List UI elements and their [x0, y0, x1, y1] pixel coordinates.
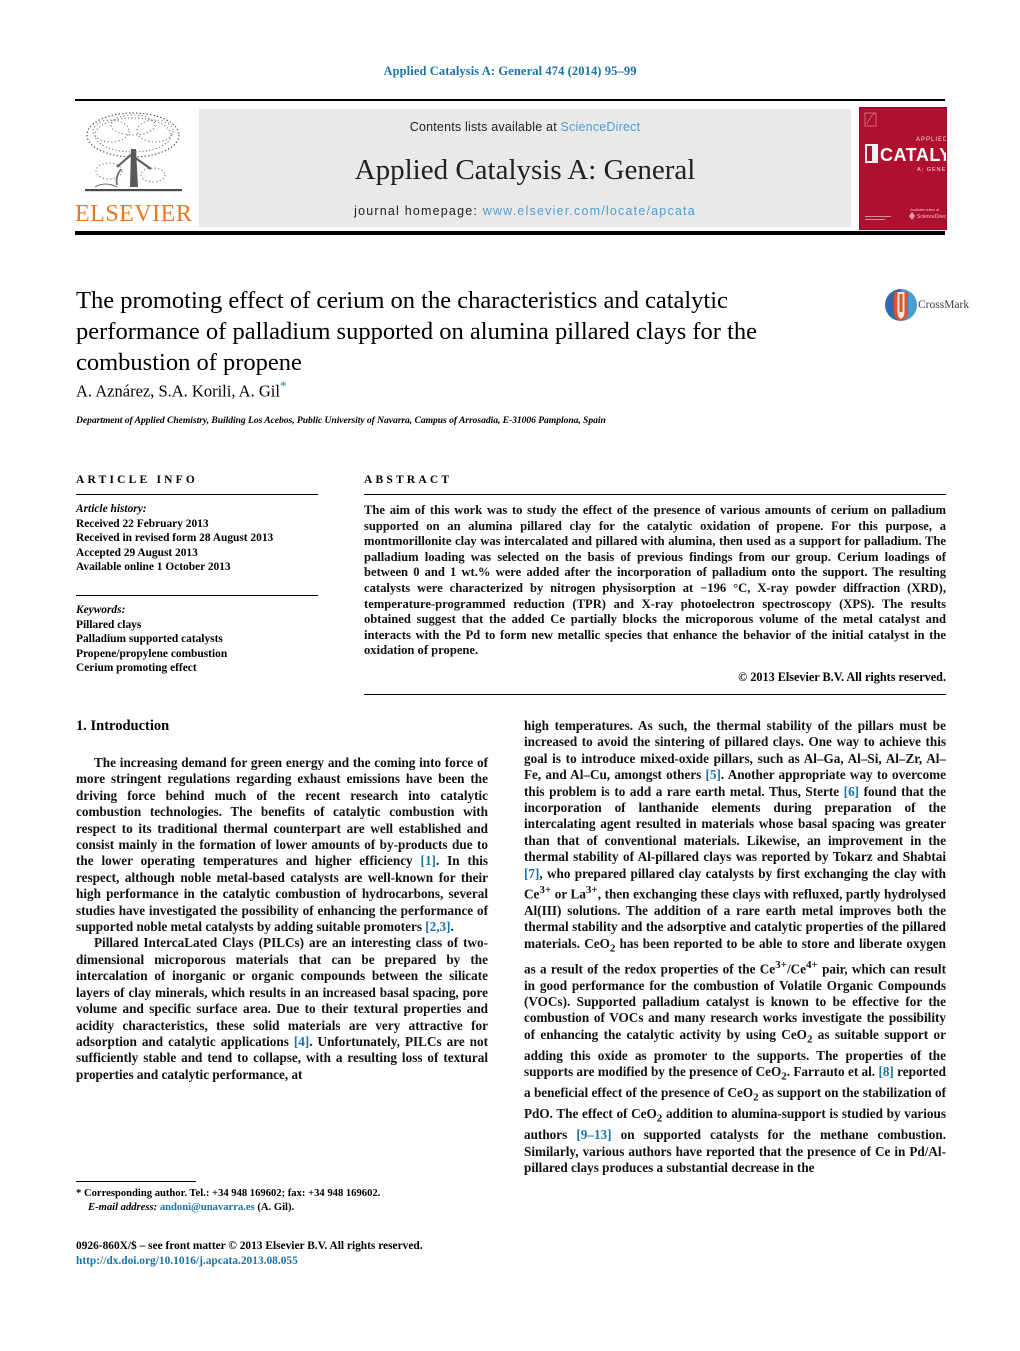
- issn-line: 0926-860X/$ – see front matter © 2013 El…: [76, 1240, 423, 1252]
- page-title: The promoting effect of cerium on the ch…: [76, 287, 757, 376]
- citation-link[interactable]: [2,3]: [425, 919, 450, 934]
- section-heading-introduction: 1. Introduction: [76, 718, 170, 734]
- body-paragraph: high temperatures. As such, the thermal …: [524, 718, 946, 1176]
- abstract-rule: [364, 494, 946, 495]
- authors-names: A. Aznárez, S.A. Korili, A. Gil: [76, 381, 280, 401]
- journal-cover-thumbnail: CATALYSIS APPLIED A: GENERAL Available o…: [859, 107, 947, 230]
- footnote-rule: [76, 1181, 196, 1182]
- elsevier-logo: ELSEVIER: [75, 109, 192, 227]
- abstract-text: The aim of this work was to study the ef…: [364, 503, 946, 658]
- footnote-line: * Corresponding author. Tel.: +34 948 16…: [76, 1187, 488, 1201]
- history-item: Received 22 February 2013: [76, 517, 209, 530]
- svg-text:ScienceDirect: ScienceDirect: [917, 214, 946, 220]
- citation-link[interactable]: [6]: [844, 784, 859, 799]
- keywords-heading: Keywords:: [76, 603, 126, 616]
- history-item: Received in revised form 28 August 2013: [76, 532, 274, 545]
- contents-prefix: Contents lists available at: [409, 120, 561, 134]
- body-column-right: high temperatures. As such, the thermal …: [524, 718, 946, 1177]
- citation-link[interactable]: [1]: [421, 853, 436, 868]
- affiliation: Department of Applied Chemistry, Buildin…: [76, 415, 606, 426]
- body-paragraph: The increasing demand for green energy a…: [76, 755, 488, 935]
- doi-link[interactable]: http://dx.doi.org/10.1016/j.apcata.2013.…: [76, 1254, 576, 1269]
- journal-homepage-line: journal homepage: www.elsevier.com/locat…: [199, 204, 851, 218]
- keyword-item: Pillared clays: [76, 618, 142, 631]
- keyword-item: Palladium supported catalysts: [76, 633, 223, 646]
- masthead-bottom-rule: [75, 231, 945, 235]
- keyword-item: Propene/propylene combustion: [76, 647, 228, 660]
- citation-link[interactable]: [8]: [878, 1064, 893, 1079]
- sciencedirect-link[interactable]: ScienceDirect: [561, 120, 641, 134]
- elsevier-wordmark: ELSEVIER: [75, 201, 193, 227]
- journal-title: Applied Catalysis A: General: [354, 154, 696, 186]
- article-info-rule: [76, 494, 318, 495]
- abstract-bottom-rule: [364, 694, 946, 695]
- footnote-text: Corresponding author. Tel.: +34 948 1696…: [83, 1188, 381, 1199]
- article-history-group: Article history: Received 22 February 20…: [76, 502, 318, 575]
- svg-text:APPLIED: APPLIED: [916, 137, 946, 143]
- footnote-marker: *: [76, 1188, 82, 1199]
- article-history-heading: Article history:: [76, 503, 147, 515]
- crossmark-badge[interactable]: CrossMark: [884, 288, 969, 328]
- imprint-block: 0926-860X/$ – see front matter © 2013 El…: [76, 1239, 576, 1269]
- footnote-email-line: E-mail address: andoni@unavarra.es (A. G…: [76, 1201, 488, 1215]
- running-head: Applied Catalysis A: General 474 (2014) …: [383, 64, 637, 78]
- corresponding-author-footnote: * Corresponding author. Tel.: +34 948 16…: [76, 1187, 488, 1214]
- history-item: Available online 1 October 2013: [76, 561, 231, 574]
- article-info-heading: ARTICLE INFO: [76, 474, 199, 486]
- journal-masthead: ELSEVIER Contents lists available at Sci…: [75, 99, 947, 232]
- journal-homepage-link[interactable]: www.elsevier.com/locate/apcata: [483, 204, 696, 218]
- body-column-left: 1. Introduction The increasing demand fo…: [76, 718, 488, 1083]
- citation-link[interactable]: [4]: [294, 1034, 309, 1049]
- keyword-item: Cerium promoting effect: [76, 662, 197, 675]
- crossmark-icon: [885, 289, 917, 321]
- keywords-group: Keywords: Pillared clays Palladium suppo…: [76, 603, 318, 676]
- svg-text:Available online at: Available online at: [910, 208, 939, 212]
- elsevier-tree-icon: [81, 109, 186, 201]
- corresponding-author-marker[interactable]: *: [280, 378, 287, 393]
- history-item: Accepted 29 August 2013: [76, 546, 198, 559]
- author-list: A. Aznárez, S.A. Korili, A. Gil*: [76, 378, 286, 402]
- masthead-band: Contents lists available at ScienceDirec…: [199, 109, 851, 227]
- crossmark-label: CrossMark: [918, 299, 970, 311]
- homepage-prefix: journal homepage:: [354, 204, 483, 218]
- abstract-column: ABSTRACT The aim of this work was to stu…: [364, 474, 946, 685]
- email-owner: (A. Gil).: [257, 1201, 295, 1213]
- contents-available-line: Contents lists available at ScienceDirec…: [199, 120, 851, 134]
- keywords-rule: [76, 594, 318, 596]
- email-link[interactable]: andoni@unavarra.es: [160, 1202, 255, 1213]
- svg-text:A: GENERAL: A: GENERAL: [917, 167, 946, 173]
- body-paragraph: Pillared IntercaLated Clays (PILCs) are …: [76, 935, 488, 1082]
- citation-link[interactable]: [7]: [524, 866, 539, 881]
- abstract-heading: ABSTRACT: [364, 474, 453, 486]
- citation-link[interactable]: [5]: [706, 767, 721, 782]
- abstract-copyright: © 2013 Elsevier B.V. All rights reserved…: [738, 669, 946, 684]
- article-info-column: ARTICLE INFO Article history: Received 2…: [76, 474, 318, 676]
- journal-article-page: Applied Catalysis A: General 474 (2014) …: [0, 0, 1020, 1351]
- svg-text:CATALYSIS: CATALYSIS: [880, 145, 946, 165]
- email-label: E-mail address:: [88, 1201, 158, 1213]
- citation-link[interactable]: [9–13]: [576, 1127, 611, 1142]
